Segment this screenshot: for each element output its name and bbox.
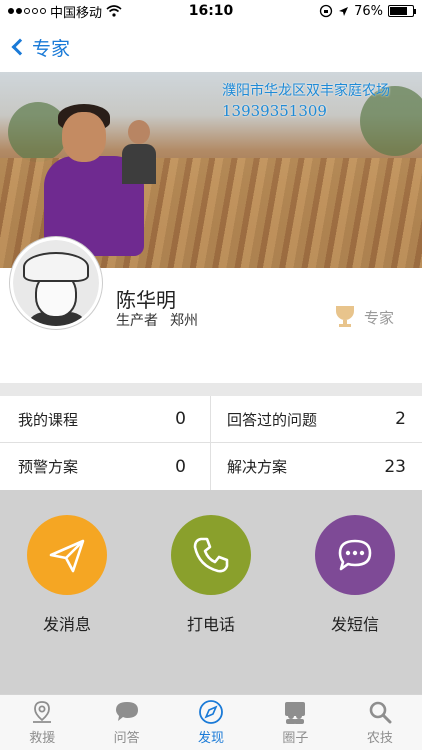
action-label: 发短信 [330, 615, 379, 634]
battery-percent: 76% [354, 3, 383, 19]
stats-row: 我的课程 0 回答过的问题 2 [0, 396, 422, 443]
banner-title: 濮阳市华龙区双丰家庭农场 [222, 83, 390, 99]
tab-circle[interactable]: 圈子 [253, 695, 337, 750]
banner-phone: 13939351309 [222, 102, 327, 120]
action-label: 发消息 [42, 615, 91, 634]
stat-value: 2 [395, 409, 406, 429]
tab-label: 问答 [113, 731, 140, 746]
status-right: 76% [319, 3, 416, 19]
location-pin-icon [33, 701, 52, 723]
speech-bubble-icon [115, 702, 138, 721]
tab-label: 发现 [198, 731, 225, 746]
battery-fill [390, 7, 407, 15]
action-circle [171, 515, 251, 595]
battery-icon [388, 5, 416, 17]
contact-actions: 发消息 打电话 发短信 [0, 490, 422, 694]
call-button[interactable]: 打电话 [169, 515, 253, 635]
profile-name: 陈华明 [116, 288, 176, 312]
stat-label: 解决方案 [227, 458, 288, 476]
search-icon [369, 701, 392, 724]
profile-meta: 生产者 郑州 [116, 310, 198, 330]
paper-plane-icon [49, 539, 85, 573]
back-button[interactable]: 专家 [10, 34, 70, 61]
status-time: 16:10 [188, 3, 234, 19]
tab-bar: 救援 问答 发现 圈子 农技 [0, 694, 422, 750]
nav-bar: 专家 [0, 22, 422, 72]
compass-icon [199, 700, 223, 724]
tab-rescue[interactable]: 救援 [0, 695, 84, 750]
stat-label: 我的课程 [18, 410, 79, 429]
stats-row: 预警方案 0 解决方案 23 [0, 443, 422, 490]
action-circle [27, 515, 107, 595]
signal-strength-icon [8, 8, 46, 14]
avatar [10, 237, 102, 329]
profile-role: 生产者 [116, 313, 158, 329]
expert-badge: 专家 [336, 306, 394, 328]
tab-label: 圈子 [282, 731, 309, 746]
people-icon [285, 702, 306, 724]
section-divider [0, 383, 422, 396]
send-sms-button[interactable]: 发短信 [313, 515, 397, 635]
status-bar: 中国移动 16:10 76% [0, 0, 422, 22]
stats-grid: 我的课程 0 回答过的问题 2 预警方案 0 解决方案 23 [0, 396, 422, 490]
tab-label: 救援 [29, 731, 56, 746]
action-label: 打电话 [186, 615, 235, 634]
tab-agritech[interactable]: 农技 [338, 695, 422, 750]
send-message-button[interactable]: 发消息 [25, 515, 109, 635]
profile-location: 郑州 [170, 313, 198, 329]
chat-bubble-icon [338, 539, 372, 571]
stat-label: 回答过的问题 [227, 410, 318, 429]
tab-qa[interactable]: 问答 [84, 695, 168, 750]
stat-answered-questions[interactable]: 回答过的问题 2 [211, 396, 422, 442]
action-circle [315, 515, 395, 595]
phone-icon [193, 537, 229, 573]
stat-value: 0 [175, 456, 186, 477]
chevron-left-icon [11, 38, 29, 56]
rotation-lock-icon [319, 4, 333, 18]
status-left: 中国移动 [8, 2, 122, 21]
stat-solutions[interactable]: 解决方案 23 [211, 443, 422, 490]
stat-my-courses[interactable]: 我的课程 0 [0, 396, 211, 442]
expert-badge-label: 专家 [364, 308, 395, 327]
carrier-label: 中国移动 [50, 5, 103, 21]
wifi-icon [106, 5, 122, 17]
stat-value: 23 [384, 456, 406, 477]
stat-label: 预警方案 [18, 458, 79, 476]
stat-value: 0 [175, 409, 186, 429]
location-arrow-icon [339, 6, 349, 16]
farmer-figure-2 [122, 120, 156, 190]
stat-warning-plans[interactable]: 预警方案 0 [0, 443, 211, 490]
tab-label: 农技 [366, 731, 393, 746]
tab-discover[interactable]: 发现 [169, 695, 253, 750]
back-label: 专家 [32, 37, 71, 60]
trophy-icon [336, 306, 354, 328]
